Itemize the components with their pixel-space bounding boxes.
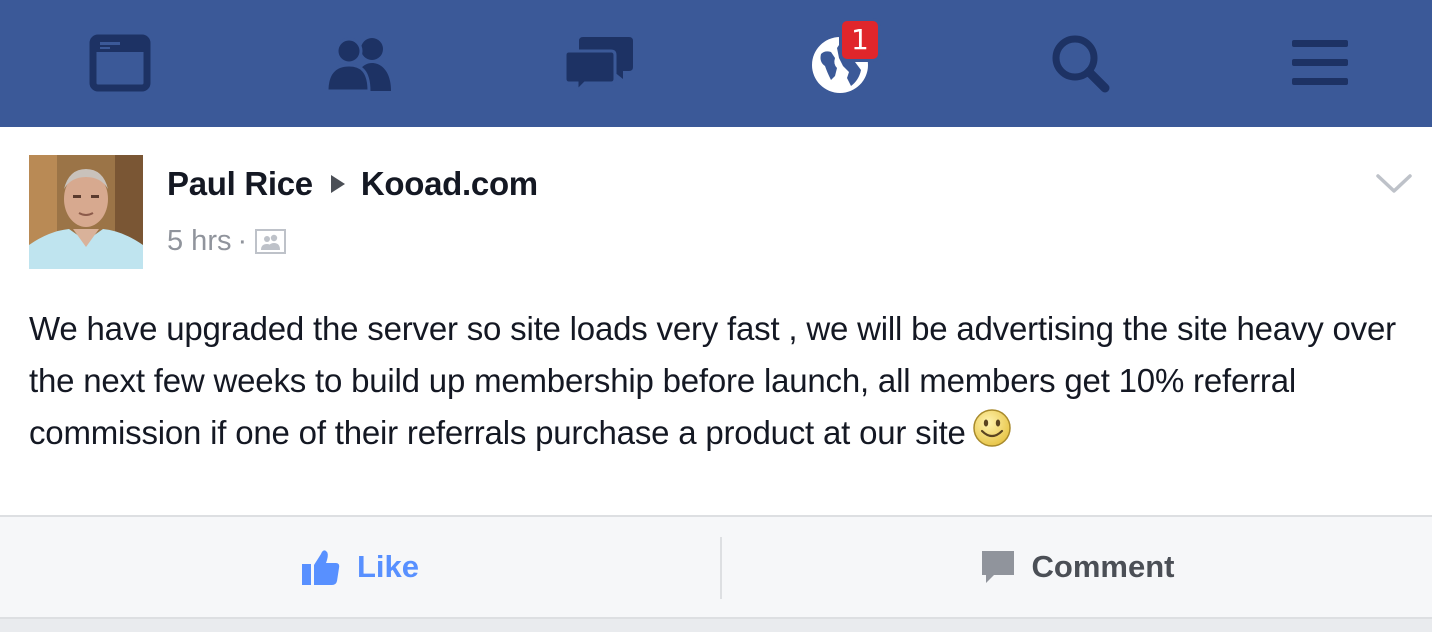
post-meta: 5 hrs · <box>167 225 287 258</box>
like-label: Like <box>356 549 420 584</box>
post-actions-bar: Like Comment <box>0 515 1432 619</box>
notification-badge: 1 <box>839 18 881 62</box>
shared-to-arrow-icon <box>330 175 345 193</box>
friends-icon[interactable] <box>325 30 395 96</box>
author-name[interactable]: Paul Rice <box>167 165 313 203</box>
like-button[interactable]: Like <box>0 517 720 617</box>
search-icon[interactable] <box>1045 30 1115 96</box>
post-timestamp[interactable]: 5 hrs <box>167 225 231 258</box>
smiley-icon <box>972 409 1011 447</box>
comment-label: Comment <box>1031 549 1175 584</box>
avatar[interactable] <box>29 155 143 269</box>
feed-post: Paul Rice Kooad.com 5 hrs · We have upgr… <box>0 127 1432 515</box>
meta-separator: · <box>237 225 248 257</box>
comment-button[interactable]: Comment <box>722 517 1432 617</box>
thumbs-up-icon <box>301 550 340 585</box>
top-nav-bar: 1 <box>0 0 1432 127</box>
friends-audience-icon <box>255 229 287 254</box>
target-page-name[interactable]: Kooad.com <box>361 165 538 203</box>
notifications-button[interactable]: 1 <box>805 18 881 96</box>
comment-bubble-icon <box>981 551 1014 583</box>
news-feed-icon[interactable] <box>85 30 155 96</box>
post-body-text: We have upgraded the server so site load… <box>29 310 1396 451</box>
chat-bubbles-icon[interactable] <box>565 30 635 96</box>
menu-icon[interactable] <box>1285 30 1355 96</box>
feed-background-strip <box>0 619 1432 632</box>
post-body: We have upgraded the server so site load… <box>29 303 1419 459</box>
post-header: Paul Rice Kooad.com <box>167 165 538 203</box>
chevron-down-icon[interactable] <box>1374 171 1414 197</box>
